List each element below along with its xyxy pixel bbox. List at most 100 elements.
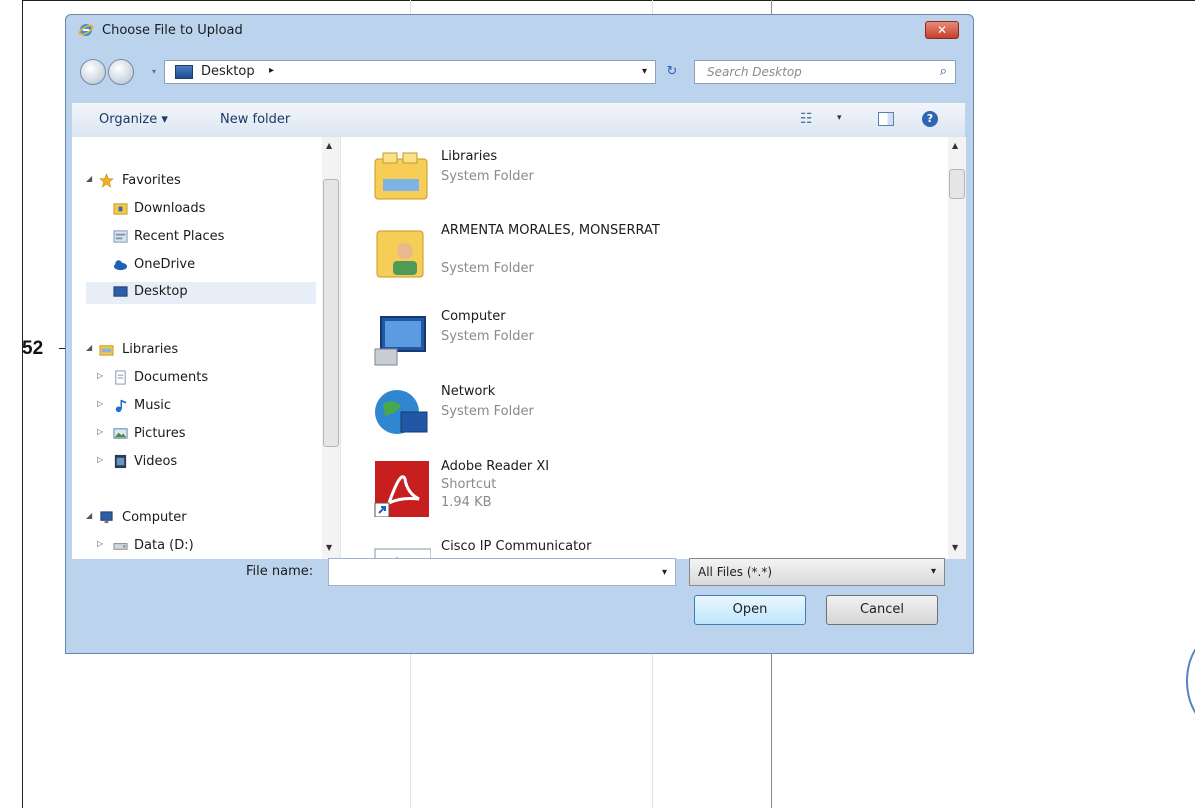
onedrive-cloud-icon xyxy=(113,260,128,271)
title-bar: Choose File to Upload ✕ xyxy=(66,15,973,45)
file-name: Adobe Reader XI xyxy=(441,459,550,474)
file-type-select[interactable]: All Files (*.*) ▾ xyxy=(689,558,945,586)
file-upload-dialog: Choose File to Upload ✕ ▾ Desktop ▸ ▾ ↻ … xyxy=(65,14,974,654)
help-icon[interactable]: ? xyxy=(922,111,938,127)
application-icon xyxy=(374,548,431,559)
new-folder-button[interactable]: New folder xyxy=(220,112,290,127)
nav-favorites[interactable]: ◢ Favorites xyxy=(86,171,316,193)
nav-scrollbar[interactable]: ▲ ▼ xyxy=(322,137,340,559)
user-folder-icon xyxy=(376,230,424,278)
address-bar[interactable]: Desktop ▸ ▾ xyxy=(164,60,656,84)
scroll-down-icon[interactable]: ▼ xyxy=(326,543,332,552)
nav-label: Documents xyxy=(134,370,209,385)
file-type: Shortcut xyxy=(441,477,497,492)
file-name: Cisco IP Communicator xyxy=(441,539,592,554)
file-type: System Folder xyxy=(441,329,534,344)
scroll-thumb[interactable] xyxy=(949,169,965,199)
nav-libraries[interactable]: ◢ Libraries xyxy=(86,340,316,362)
refresh-button[interactable]: ↻ xyxy=(657,60,687,84)
collapse-arrow-icon[interactable]: ◢ xyxy=(86,174,92,183)
music-note-icon xyxy=(115,399,127,413)
scroll-down-icon[interactable]: ▼ xyxy=(952,543,958,552)
navigation-pane: ◢ Favorites Downloads Recent Places OneD… xyxy=(72,137,340,559)
expand-arrow-icon[interactable]: ▷ xyxy=(97,427,103,436)
expand-arrow-icon[interactable]: ▷ xyxy=(97,539,103,548)
computer-icon xyxy=(374,316,426,366)
nav-label: Videos xyxy=(134,454,178,469)
collapse-arrow-icon[interactable]: ◢ xyxy=(86,343,92,352)
scroll-up-icon[interactable]: ▲ xyxy=(952,141,958,150)
nav-computer[interactable]: ◢ Computer xyxy=(86,508,316,530)
file-type: System Folder xyxy=(441,169,534,184)
views-dropdown-icon[interactable]: ▾ xyxy=(837,113,842,123)
organize-menu[interactable]: Organize ▾ xyxy=(99,112,168,127)
file-type: System Folder xyxy=(441,404,534,419)
sidebar-item-music[interactable]: ▷ Music xyxy=(86,396,316,418)
file-size: 1.94 KB xyxy=(441,495,492,510)
expand-arrow-icon[interactable]: ▷ xyxy=(97,399,103,408)
list-item-network[interactable]: Network System Folder xyxy=(367,380,927,450)
back-button[interactable] xyxy=(80,59,106,85)
nav-label: Data (D:) xyxy=(134,538,194,553)
search-icon[interactable]: ⌕ xyxy=(940,64,947,79)
nav-label: Libraries xyxy=(122,342,179,357)
internet-explorer-icon xyxy=(78,24,94,36)
adobe-reader-icon xyxy=(374,461,429,517)
breadcrumb-chevron-icon[interactable]: ▸ xyxy=(269,65,274,76)
file-name-label: File name: xyxy=(246,564,314,579)
scroll-thumb[interactable] xyxy=(323,179,339,447)
list-item-user-folder[interactable]: ARMENTA MORALES, MONSERRAT System Folder xyxy=(367,219,927,299)
dialog-title: Choose File to Upload xyxy=(102,23,243,38)
nav-label: Downloads xyxy=(134,201,206,216)
sidebar-item-documents[interactable]: ▷ Documents xyxy=(86,368,316,390)
callout-number: 52 xyxy=(22,338,44,359)
search-placeholder: Search Desktop xyxy=(707,65,802,79)
expand-arrow-icon[interactable]: ▷ xyxy=(97,371,103,380)
collapse-arrow-icon[interactable]: ◢ xyxy=(86,511,92,520)
libraries-icon xyxy=(99,345,114,356)
address-dropdown-icon[interactable]: ▾ xyxy=(642,66,647,77)
list-item-libraries[interactable]: Libraries System Folder xyxy=(367,145,927,215)
open-button[interactable]: Open xyxy=(694,595,806,625)
nav-label: Music xyxy=(134,398,171,413)
desktop-icon xyxy=(175,65,193,79)
list-item-cisco[interactable]: Cisco IP Communicator xyxy=(367,535,927,559)
file-list-pane: Libraries System Folder ARMENTA MORALES,… xyxy=(340,137,966,559)
file-name: Network xyxy=(441,384,496,399)
sidebar-item-downloads[interactable]: Downloads xyxy=(86,199,316,221)
sidebar-item-pictures[interactable]: ▷ Pictures xyxy=(86,424,316,446)
address-location[interactable]: Desktop xyxy=(201,64,255,79)
nav-label: Favorites xyxy=(122,173,181,188)
file-list-scrollbar[interactable]: ▲ ▼ xyxy=(948,137,966,559)
videos-icon xyxy=(114,454,127,469)
network-globe-icon xyxy=(375,390,428,434)
views-icon[interactable]: ☷ xyxy=(800,111,813,127)
close-button[interactable]: ✕ xyxy=(925,21,959,39)
sidebar-item-videos[interactable]: ▷ Videos xyxy=(86,452,316,474)
command-toolbar: Organize ▾ New folder ☷ ▾ ? xyxy=(72,103,965,138)
list-item-computer[interactable]: Computer System Folder xyxy=(367,305,927,375)
forward-button[interactable] xyxy=(108,59,134,85)
file-type-value: All Files (*.*) xyxy=(698,565,773,579)
sidebar-item-recent-places[interactable]: Recent Places xyxy=(86,227,316,249)
search-input[interactable]: Search Desktop ⌕ xyxy=(694,60,956,84)
file-name: ARMENTA MORALES, MONSERRAT xyxy=(441,223,660,238)
scroll-up-icon[interactable]: ▲ xyxy=(326,141,332,150)
cancel-button[interactable]: Cancel xyxy=(826,595,938,625)
sidebar-item-data-drive[interactable]: ▷ Data (D:) xyxy=(86,536,316,558)
sidebar-item-onedrive[interactable]: OneDrive xyxy=(86,255,316,277)
recent-locations-chevron-icon[interactable]: ▾ xyxy=(152,67,156,76)
preview-pane-icon[interactable] xyxy=(878,112,894,126)
list-item-adobe-reader[interactable]: Adobe Reader XI Shortcut 1.94 KB xyxy=(367,455,927,535)
expand-arrow-icon[interactable]: ▷ xyxy=(97,455,103,464)
file-type-dropdown-icon[interactable]: ▾ xyxy=(931,566,936,577)
file-type: System Folder xyxy=(441,261,534,276)
nav-label: Recent Places xyxy=(134,229,225,244)
nav-label: Computer xyxy=(122,510,187,525)
sidebar-item-desktop[interactable]: Desktop xyxy=(86,282,316,304)
nav-label: OneDrive xyxy=(134,257,196,272)
file-name-dropdown-icon[interactable]: ▾ xyxy=(662,567,667,578)
file-name-field[interactable]: ▾ xyxy=(328,558,676,586)
drive-icon xyxy=(113,543,128,550)
computer-icon xyxy=(100,511,113,524)
